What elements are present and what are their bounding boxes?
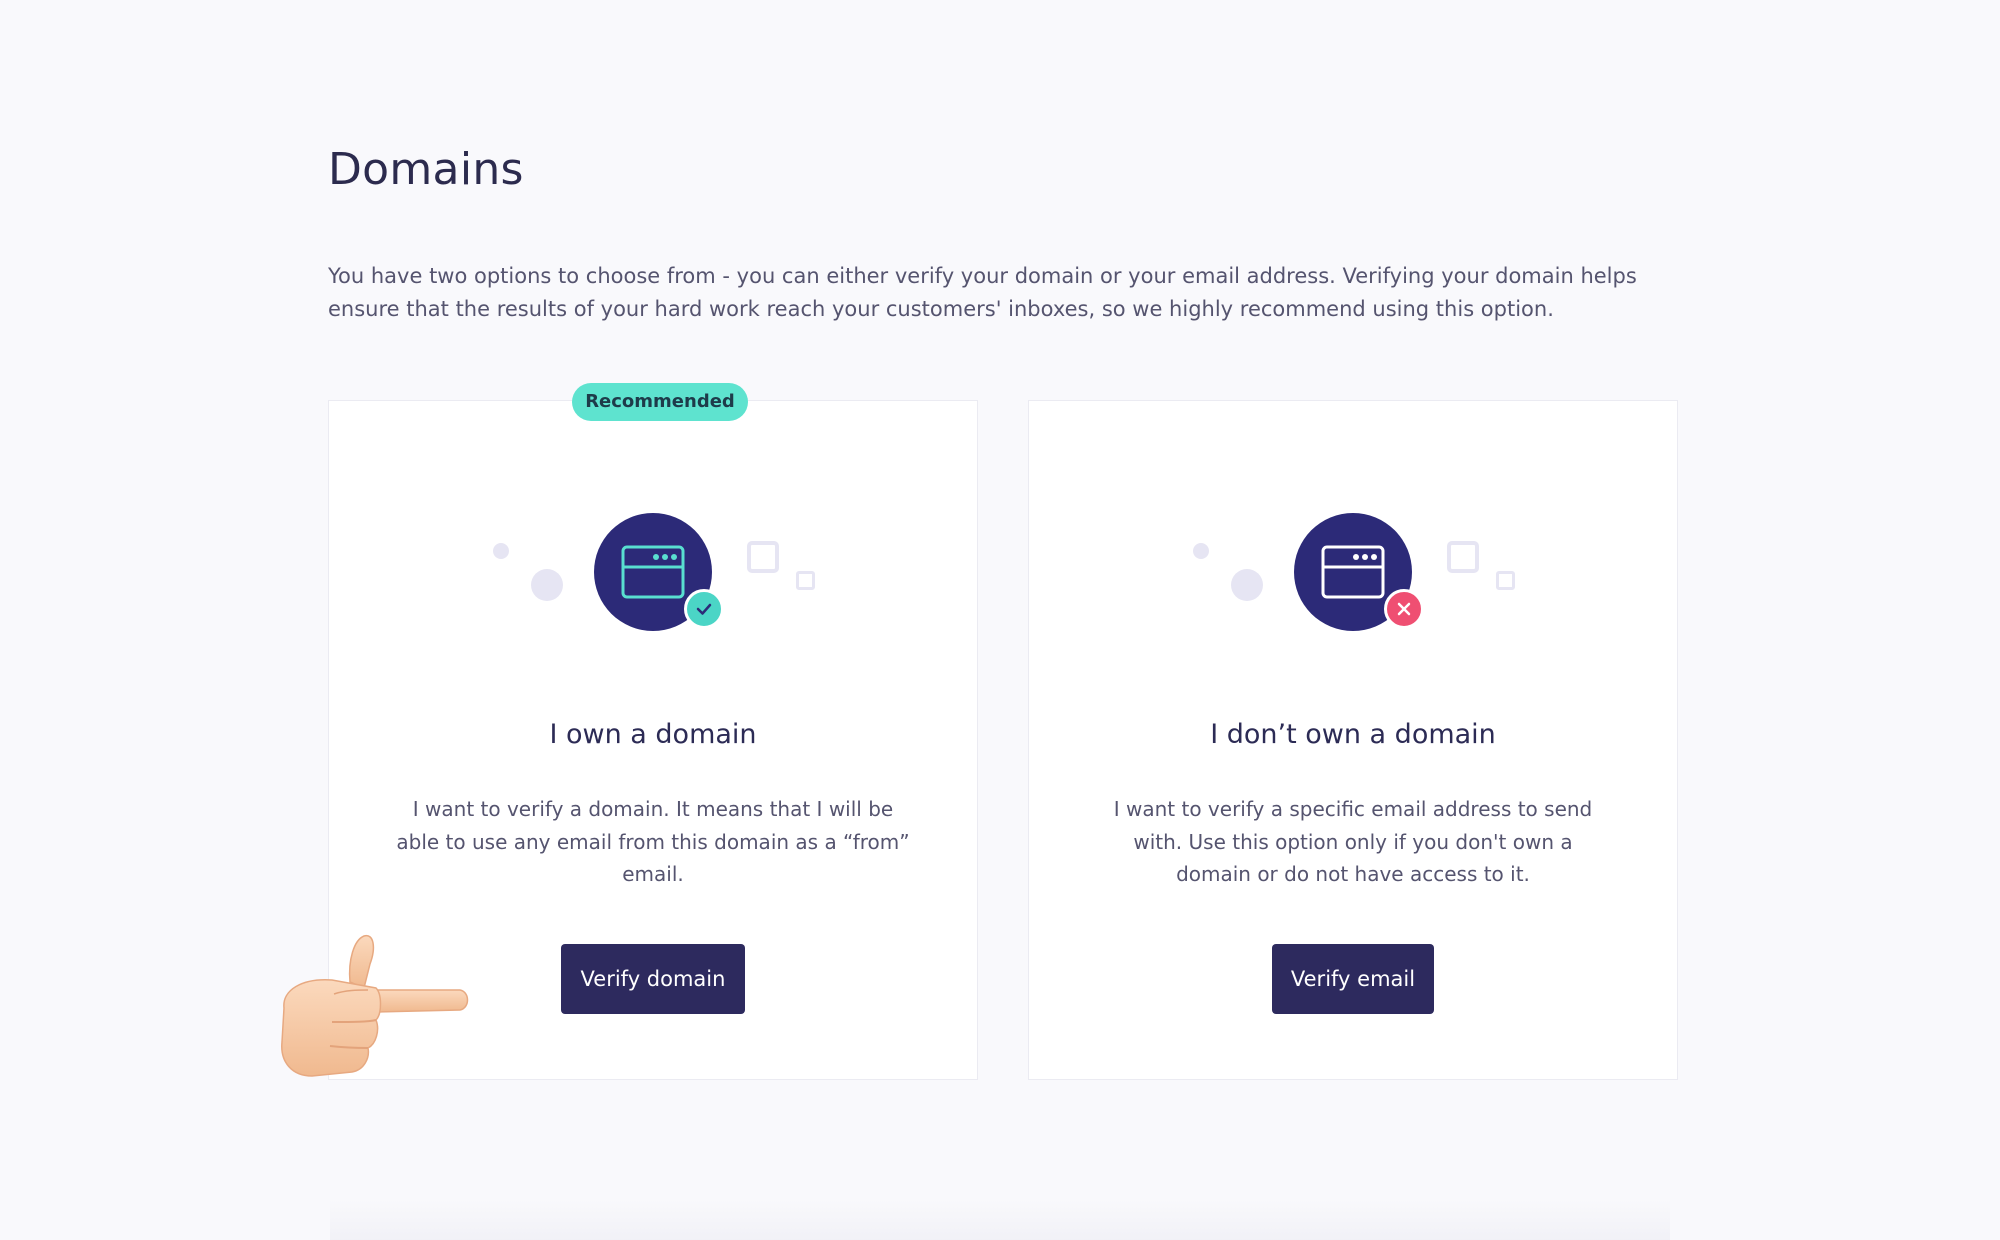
decorative-dot [1231, 569, 1263, 601]
page-intro: You have two options to choose from - yo… [328, 264, 1637, 321]
domain-illustration [329, 401, 977, 661]
card-description: I want to verify a specific email addres… [1113, 797, 1593, 886]
page-title: Domains [328, 144, 524, 195]
card-title: I own a domain [549, 719, 757, 750]
browser-window-icon [621, 545, 685, 599]
decorative-square [1447, 541, 1479, 573]
pointing-hand-icon [281, 934, 469, 1077]
decorative-square [796, 571, 815, 590]
verified-status-badge [684, 589, 724, 629]
card-title: I don’t own a domain [1210, 719, 1496, 750]
card-description: I want to verify a domain. It means that… [396, 797, 910, 886]
check-icon [696, 603, 712, 615]
decorative-dot [1193, 543, 1209, 559]
bottom-fade [330, 1200, 1670, 1240]
decorative-dot [531, 569, 563, 601]
close-icon [1397, 602, 1411, 616]
browser-window-icon [1321, 545, 1385, 599]
option-card-no-domain: I don’t own a domain I want to verify a … [1028, 400, 1678, 1080]
unverified-status-badge [1384, 589, 1424, 629]
verify-domain-button[interactable]: Verify domain [561, 944, 745, 1014]
email-illustration [1029, 401, 1677, 661]
decorative-dot [493, 543, 509, 559]
verify-email-button[interactable]: Verify email [1272, 944, 1434, 1014]
decorative-square [747, 541, 779, 573]
decorative-square [1496, 571, 1515, 590]
